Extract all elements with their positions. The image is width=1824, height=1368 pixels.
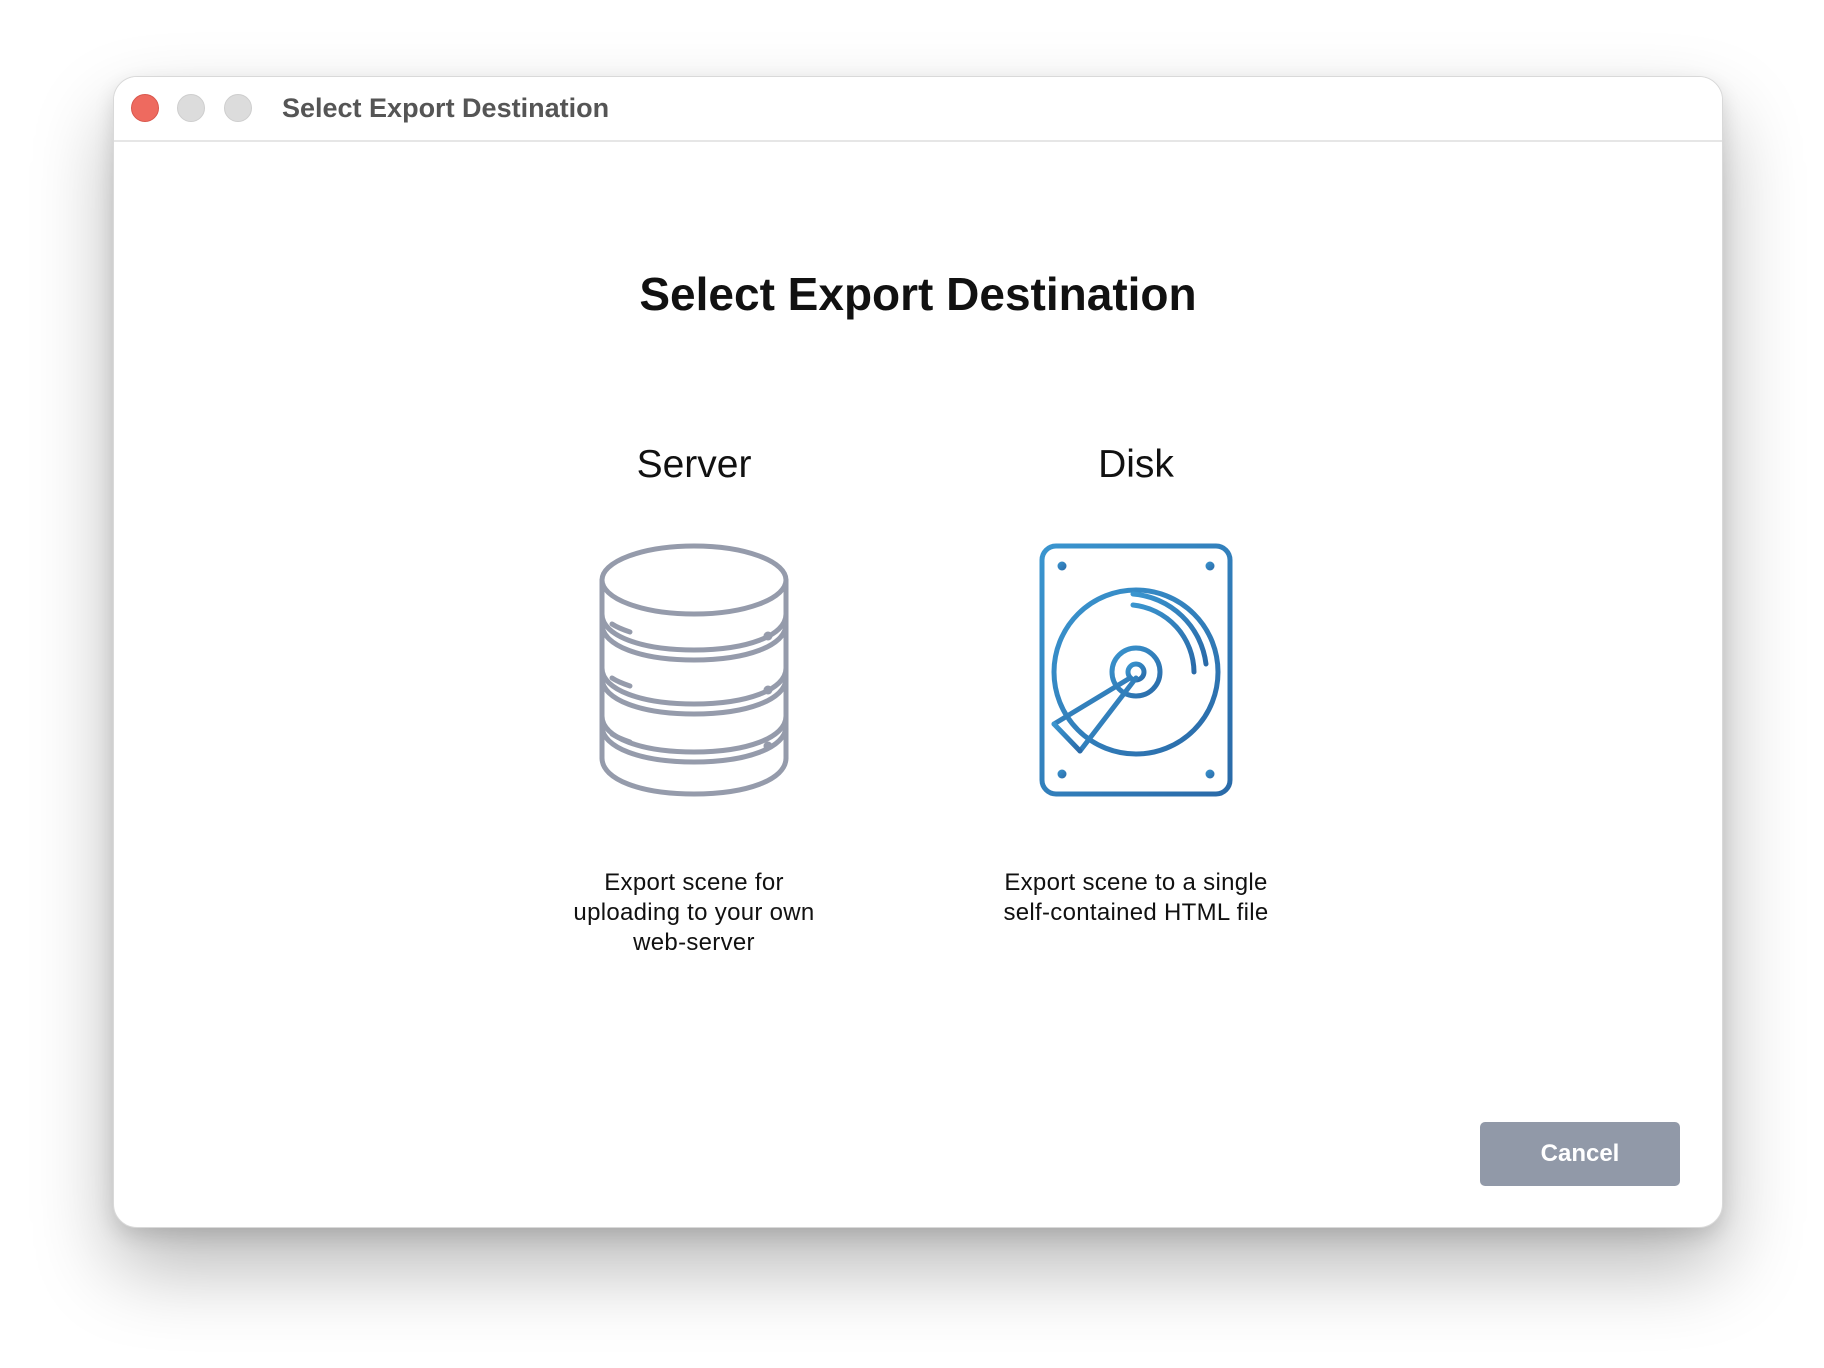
zoom-window-button[interactable] (224, 94, 252, 122)
minimize-window-button[interactable] (177, 94, 205, 122)
disk-option[interactable]: Disk Export scene to a single self-conta… (976, 440, 1296, 928)
cancel-button[interactable]: Cancel (1480, 1122, 1680, 1186)
screen: Select Export Destination Select Export … (0, 0, 1824, 1368)
dialog-heading: Select Export Destination (639, 268, 1197, 320)
disk-option-description: Export scene to a single self-contained … (1003, 869, 1269, 926)
hard-drive-icon (1039, 543, 1233, 797)
database-icon (599, 543, 789, 797)
window-title: Select Export Destination (282, 93, 610, 123)
close-window-button[interactable] (131, 94, 159, 122)
server-option-description: Export scene for uploading to your own w… (573, 869, 815, 956)
disk-option-label: Disk (1098, 443, 1174, 486)
export-dialog-window: Select Export Destination Select Export … (113, 76, 1723, 1228)
server-option-label: Server (636, 443, 752, 486)
title-bar: Select Export Destination (114, 77, 1722, 142)
server-option[interactable]: Server Export scene for uploading to you… (534, 440, 854, 958)
